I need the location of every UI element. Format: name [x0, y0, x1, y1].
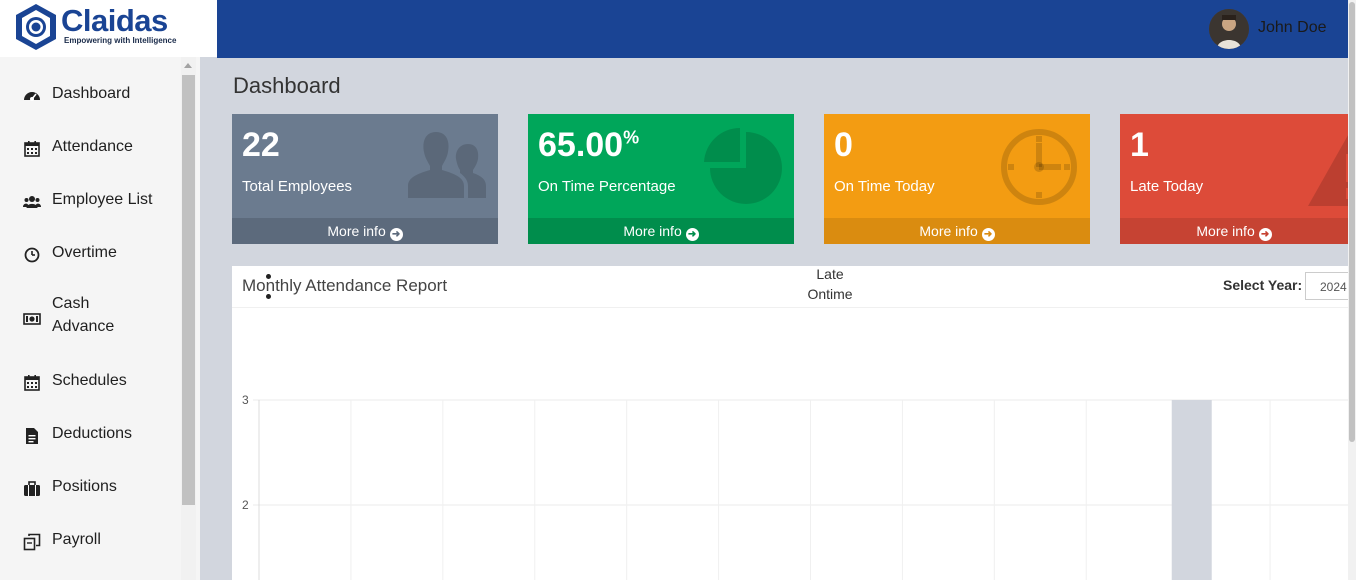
clock-icon [23, 246, 41, 264]
top-navbar: John Doe [217, 0, 1348, 58]
sidebar-item-label: Deductions [52, 425, 133, 442]
stat-label: Late Today [1130, 178, 1204, 195]
stat-suffix: % [623, 127, 640, 148]
sidebar-item-overtime[interactable]: Overtime [0, 241, 180, 265]
arrow-circle-right-icon: ➜ [981, 228, 995, 241]
page-title: Dashboard [233, 73, 341, 98]
sidebar-item-schedules[interactable]: Schedules [0, 369, 180, 393]
on-time-today-card: 0 On Time Today More info ➜ [824, 114, 1090, 244]
more-info-label: More info [919, 223, 978, 239]
stat-number: 0 [834, 126, 853, 164]
sidebar-scrollbar-thumb[interactable] [182, 75, 195, 505]
more-info-link[interactable]: More info ➜ [824, 218, 1090, 244]
stat-value: 0 [834, 126, 853, 165]
y-tick-label: 2 [242, 498, 249, 512]
briefcase-icon [23, 480, 41, 498]
money-icon [23, 310, 41, 328]
stat-value: 22 [242, 126, 280, 165]
clock-icon [998, 126, 1080, 208]
more-info-link[interactable]: More info ➜ [528, 218, 794, 244]
pie-chart-icon [702, 126, 784, 208]
attendance-chart: 32 [242, 393, 1348, 580]
file-icon [23, 427, 41, 445]
calendar-icon [23, 140, 41, 158]
more-info-label: More info [1196, 223, 1255, 239]
attendance-report-panel: Monthly Attendance Report Select Year: 2… [232, 266, 1356, 580]
user-avatar-icon [1209, 9, 1249, 49]
dashboard-icon [23, 87, 41, 105]
sidebar-item-attendance[interactable]: Attendance [0, 135, 180, 159]
legend-bullet-icon [266, 294, 271, 299]
sidebar-item-label: Schedules [52, 372, 127, 389]
stat-number: 65.00 [538, 126, 624, 164]
stat-label: On Time Percentage [538, 178, 676, 195]
sidebar-item-employee-list[interactable]: Employee List [0, 188, 180, 212]
stat-value: 65.00% [538, 126, 639, 165]
legend-bullet-icon [266, 274, 271, 279]
user-name[interactable]: John Doe [1258, 19, 1327, 37]
sidebar-item-label: Dashboard [52, 85, 131, 102]
sidebar-item-label: Employee List [52, 191, 153, 208]
sidebar-item-label: Cash Advance [52, 295, 115, 335]
sidebar-item-label: Overtime [52, 244, 117, 261]
legend-item[interactable]: Late [232, 266, 1356, 282]
calendar-icon [23, 374, 41, 392]
sidebar-item-deductions[interactable]: Deductions [0, 422, 180, 446]
sidebar-item-label: Attendance [52, 138, 133, 155]
stat-number: 1 [1130, 126, 1149, 164]
more-info-label: More info [623, 223, 682, 239]
sidebar-item-cash-advance[interactable]: Cash Advance [0, 292, 180, 342]
logo-area[interactable]: Claidas Empowering with Intelligence [0, 0, 217, 57]
copy-icon [23, 533, 41, 551]
page-scrollbar-thumb[interactable] [1349, 2, 1355, 442]
sidebar-item-label: Payroll [52, 531, 101, 548]
arrow-circle-right-icon: ➜ [1258, 228, 1272, 241]
more-info-link[interactable]: More info ➜ [1120, 218, 1348, 244]
sidebar-item-dashboard[interactable]: Dashboard [0, 82, 180, 106]
avatar[interactable] [1209, 9, 1249, 49]
brand-tagline: Empowering with Intelligence [64, 36, 177, 45]
legend-label: Ontime [807, 286, 853, 302]
users-icon [23, 193, 41, 211]
logo-icon [16, 4, 56, 50]
more-info-link[interactable]: More info ➜ [232, 218, 498, 244]
stat-label: On Time Today [834, 178, 935, 195]
brand-name: Claidas [61, 3, 168, 38]
warning-icon [1304, 126, 1348, 208]
arrow-circle-right-icon: ➜ [685, 228, 699, 241]
stat-label: Total Employees [242, 178, 353, 195]
stat-number: 22 [242, 126, 280, 164]
stat-value: 1 [1130, 126, 1149, 165]
more-info-label: More info [327, 223, 386, 239]
sidebar-item-positions[interactable]: Positions [0, 475, 180, 499]
on-time-percentage-card: 65.00% On Time Percentage More info ➜ [528, 114, 794, 244]
scroll-up-arrow-icon[interactable] [184, 63, 192, 68]
legend-item[interactable]: Ontime [232, 286, 1356, 302]
sidebar-item-payroll[interactable]: Payroll [0, 528, 180, 552]
legend-label: Late [816, 266, 844, 282]
y-tick-label: 3 [242, 393, 249, 407]
bar-late-oct [1171, 400, 1212, 580]
sidebar-item-label: Positions [52, 478, 117, 495]
users-icon [406, 126, 488, 208]
arrow-circle-right-icon: ➜ [389, 228, 403, 241]
late-today-card: 1 Late Today More info ➜ [1120, 114, 1348, 244]
total-employees-card: 22 Total Employees More info ➜ [232, 114, 498, 244]
